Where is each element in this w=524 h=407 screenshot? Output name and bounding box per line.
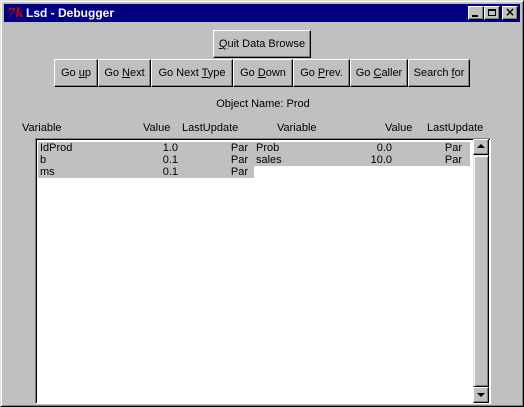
column-header-variable-right: Variable (277, 122, 317, 134)
object-name-label: Object Name: Prod (216, 98, 310, 110)
button-label-part: Go (61, 67, 79, 79)
variable-last-update: Par (444, 142, 462, 154)
debugger-window: 7k Lsd - Debugger × Quit Data Browse Go … (0, 0, 524, 407)
column-header-value-left: Value (143, 122, 171, 134)
variable-name: IdProd (40, 142, 73, 154)
button-label-part: ext (130, 67, 145, 79)
minimize-button[interactable] (468, 6, 484, 20)
button-label-part: own (265, 67, 286, 79)
window-title: Lsd - Debugger (26, 6, 115, 20)
scroll-thumb[interactable] (473, 155, 489, 387)
variable-last-update: Par (230, 142, 248, 154)
minimize-icon (472, 15, 478, 17)
button-label-part: Go Next (158, 67, 202, 79)
close-button[interactable]: × (502, 5, 518, 20)
search-for-button[interactable]: Search for (408, 59, 470, 87)
vertical-scrollbar[interactable] (473, 139, 489, 403)
button-label-part: p (84, 67, 91, 79)
go-next-type-button[interactable]: Go Next Type (151, 59, 233, 87)
variable-name: ms (40, 166, 55, 178)
variable-last-update: Par (230, 154, 248, 166)
arrow-down-icon (477, 393, 485, 397)
maximize-icon (488, 9, 496, 16)
arrow-up-icon (477, 144, 485, 148)
column-header-value-right: Value (385, 122, 413, 134)
column-header-lastupdate-right: LastUpdate (427, 122, 484, 134)
button-label-part: ype (207, 67, 226, 79)
scroll-down-button[interactable] (473, 387, 489, 403)
button-label-part: Go (300, 67, 318, 79)
variable-value: 0.1 (162, 154, 178, 166)
maximize-button[interactable] (484, 6, 500, 20)
lsd-app-icon: 7k (7, 6, 24, 20)
column-header-variable-left: Variable (22, 122, 62, 134)
button-label-part: Go (104, 67, 123, 79)
scroll-up-button[interactable] (473, 139, 489, 155)
variable-value: 1.0 (162, 142, 178, 154)
title-bar[interactable]: 7k Lsd - Debugger × (4, 4, 520, 22)
variable-last-update: Par (230, 166, 248, 178)
variable-value: 10.0 (370, 154, 392, 166)
button-accelerator: N (122, 67, 130, 79)
button-label-part: or (454, 67, 465, 79)
close-icon: × (504, 5, 516, 19)
go-next-button[interactable]: Go Next (98, 59, 151, 87)
variable-name: b (40, 154, 47, 166)
variable-last-update: Par (444, 154, 462, 166)
variable-name: sales (256, 154, 282, 166)
go-prev-button[interactable]: Go Prev. (293, 59, 350, 87)
go-up-button[interactable]: Go up (54, 59, 98, 87)
variable-value: 0.0 (376, 142, 392, 154)
button-label-part: uit Data Browse (227, 38, 306, 50)
variables-list[interactable]: IdProd 1.0 Par b 0.1 Par ms 0.1 Par Prob… (35, 138, 491, 404)
variable-name: Prob (256, 142, 280, 154)
button-label-part: aller (381, 67, 403, 79)
column-header-lastupdate-left: LastUpdate (182, 122, 239, 134)
button-accelerator: D (257, 67, 266, 79)
variable-value: 0.1 (162, 166, 178, 178)
button-label-part: Search (413, 67, 452, 79)
go-caller-button[interactable]: Go Caller (350, 59, 408, 87)
button-label-part: Go (240, 67, 258, 79)
button-label-part: rev. (325, 67, 343, 79)
quit-data-browse-button[interactable]: Quit Data Browse (213, 30, 311, 58)
button-label-part: Go (355, 67, 374, 79)
go-down-button[interactable]: Go Down (233, 59, 293, 87)
